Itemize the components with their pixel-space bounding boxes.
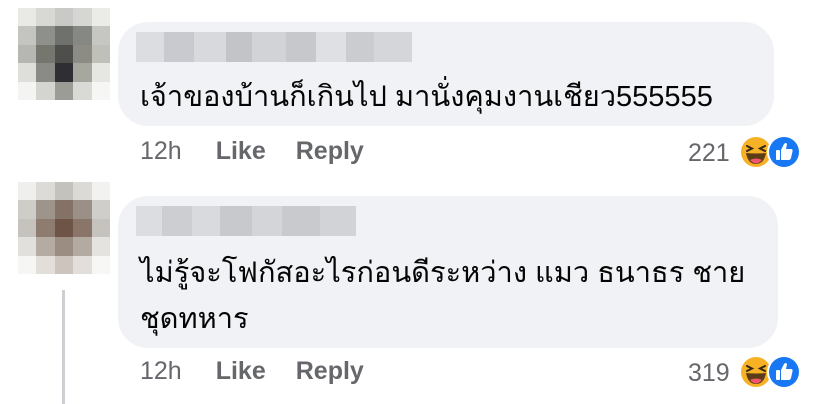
comment-text: เจ้าของบ้านก็เกินไป มานั่งคุมงานเชียว555…: [140, 74, 713, 120]
reaction-count[interactable]: 221: [688, 139, 730, 168]
timestamp[interactable]: 12h: [140, 357, 182, 386]
like-button[interactable]: Like: [216, 137, 266, 166]
reaction-icons[interactable]: [738, 354, 802, 390]
like-icon: [767, 135, 801, 169]
reply-button[interactable]: Reply: [296, 137, 364, 166]
reaction-icons[interactable]: [738, 134, 802, 170]
reaction-count[interactable]: 319: [688, 359, 730, 388]
timestamp[interactable]: 12h: [140, 137, 182, 166]
thread-line: [62, 290, 65, 404]
commenter-name-blurred[interactable]: [136, 32, 412, 62]
avatar[interactable]: [18, 8, 110, 100]
commenter-name-blurred[interactable]: [136, 206, 356, 236]
reply-button[interactable]: Reply: [296, 357, 364, 386]
comment-actions: 12h Like Reply: [140, 357, 394, 386]
avatar[interactable]: [18, 182, 110, 274]
comment-text-line: ชุดทหาร: [140, 303, 249, 335]
comment-text-line: ไม่รู้จะโฟกัสอะไรก่อนดีระหว่าง แมว ธนาธร…: [140, 257, 746, 289]
comment-text: ไม่รู้จะโฟกัสอะไรก่อนดีระหว่าง แมว ธนาธร…: [140, 250, 745, 342]
like-icon: [767, 355, 801, 389]
comment-actions: 12h Like Reply: [140, 137, 394, 166]
like-button[interactable]: Like: [216, 357, 266, 386]
comment-text-line: เจ้าของบ้านก็เกินไป มานั่งคุมงานเชียว555…: [140, 81, 713, 113]
